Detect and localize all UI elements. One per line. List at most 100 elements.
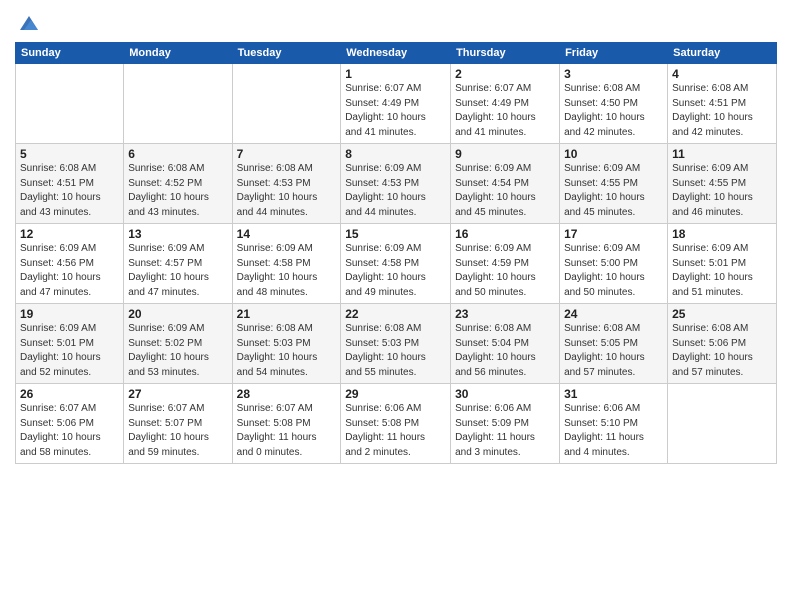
weekday-header-sunday: Sunday bbox=[16, 43, 124, 64]
day-cell-19: 19Sunrise: 6:09 AM Sunset: 5:01 PM Dayli… bbox=[16, 304, 124, 384]
weekday-header-row: SundayMondayTuesdayWednesdayThursdayFrid… bbox=[16, 43, 777, 64]
day-info: Sunrise: 6:09 AM Sunset: 4:58 PM Dayligh… bbox=[237, 242, 337, 300]
day-cell-16: 16Sunrise: 6:09 AM Sunset: 4:59 PM Dayli… bbox=[451, 224, 560, 304]
day-info: Sunrise: 6:08 AM Sunset: 4:51 PM Dayligh… bbox=[20, 162, 119, 220]
day-info: Sunrise: 6:09 AM Sunset: 4:55 PM Dayligh… bbox=[564, 162, 663, 220]
day-cell-2: 2Sunrise: 6:07 AM Sunset: 4:49 PM Daylig… bbox=[451, 64, 560, 144]
day-number: 19 bbox=[20, 307, 119, 321]
day-number: 28 bbox=[237, 387, 337, 401]
day-number: 7 bbox=[237, 147, 337, 161]
day-number: 14 bbox=[237, 227, 337, 241]
logo-icon bbox=[18, 12, 40, 34]
day-number: 11 bbox=[672, 147, 772, 161]
day-cell-3: 3Sunrise: 6:08 AM Sunset: 4:50 PM Daylig… bbox=[560, 64, 668, 144]
weekday-header-thursday: Thursday bbox=[451, 43, 560, 64]
day-cell-30: 30Sunrise: 6:06 AM Sunset: 5:09 PM Dayli… bbox=[451, 384, 560, 464]
week-row-5: 26Sunrise: 6:07 AM Sunset: 5:06 PM Dayli… bbox=[16, 384, 777, 464]
logo bbox=[15, 14, 40, 34]
day-cell-31: 31Sunrise: 6:06 AM Sunset: 5:10 PM Dayli… bbox=[560, 384, 668, 464]
day-number: 23 bbox=[455, 307, 555, 321]
day-info: Sunrise: 6:07 AM Sunset: 5:07 PM Dayligh… bbox=[128, 402, 227, 460]
day-info: Sunrise: 6:07 AM Sunset: 5:06 PM Dayligh… bbox=[20, 402, 119, 460]
day-cell-8: 8Sunrise: 6:09 AM Sunset: 4:53 PM Daylig… bbox=[341, 144, 451, 224]
empty-cell bbox=[124, 64, 232, 144]
day-info: Sunrise: 6:08 AM Sunset: 4:50 PM Dayligh… bbox=[564, 82, 663, 140]
day-info: Sunrise: 6:09 AM Sunset: 4:58 PM Dayligh… bbox=[345, 242, 446, 300]
week-row-3: 12Sunrise: 6:09 AM Sunset: 4:56 PM Dayli… bbox=[16, 224, 777, 304]
day-cell-20: 20Sunrise: 6:09 AM Sunset: 5:02 PM Dayli… bbox=[124, 304, 232, 384]
week-row-4: 19Sunrise: 6:09 AM Sunset: 5:01 PM Dayli… bbox=[16, 304, 777, 384]
day-info: Sunrise: 6:09 AM Sunset: 4:56 PM Dayligh… bbox=[20, 242, 119, 300]
day-cell-18: 18Sunrise: 6:09 AM Sunset: 5:01 PM Dayli… bbox=[668, 224, 777, 304]
day-number: 15 bbox=[345, 227, 446, 241]
empty-cell bbox=[16, 64, 124, 144]
header bbox=[15, 10, 777, 34]
day-number: 17 bbox=[564, 227, 663, 241]
day-cell-5: 5Sunrise: 6:08 AM Sunset: 4:51 PM Daylig… bbox=[16, 144, 124, 224]
day-number: 6 bbox=[128, 147, 227, 161]
day-info: Sunrise: 6:09 AM Sunset: 4:53 PM Dayligh… bbox=[345, 162, 446, 220]
day-cell-27: 27Sunrise: 6:07 AM Sunset: 5:07 PM Dayli… bbox=[124, 384, 232, 464]
day-info: Sunrise: 6:08 AM Sunset: 5:03 PM Dayligh… bbox=[237, 322, 337, 380]
day-cell-14: 14Sunrise: 6:09 AM Sunset: 4:58 PM Dayli… bbox=[232, 224, 341, 304]
day-number: 29 bbox=[345, 387, 446, 401]
day-info: Sunrise: 6:06 AM Sunset: 5:10 PM Dayligh… bbox=[564, 402, 663, 460]
day-cell-7: 7Sunrise: 6:08 AM Sunset: 4:53 PM Daylig… bbox=[232, 144, 341, 224]
day-number: 4 bbox=[672, 67, 772, 81]
day-cell-22: 22Sunrise: 6:08 AM Sunset: 5:03 PM Dayli… bbox=[341, 304, 451, 384]
day-info: Sunrise: 6:09 AM Sunset: 5:02 PM Dayligh… bbox=[128, 322, 227, 380]
empty-cell bbox=[232, 64, 341, 144]
day-cell-9: 9Sunrise: 6:09 AM Sunset: 4:54 PM Daylig… bbox=[451, 144, 560, 224]
day-info: Sunrise: 6:08 AM Sunset: 4:51 PM Dayligh… bbox=[672, 82, 772, 140]
day-number: 27 bbox=[128, 387, 227, 401]
day-number: 5 bbox=[20, 147, 119, 161]
day-cell-11: 11Sunrise: 6:09 AM Sunset: 4:55 PM Dayli… bbox=[668, 144, 777, 224]
week-row-2: 5Sunrise: 6:08 AM Sunset: 4:51 PM Daylig… bbox=[16, 144, 777, 224]
calendar: SundayMondayTuesdayWednesdayThursdayFrid… bbox=[15, 42, 777, 464]
day-number: 2 bbox=[455, 67, 555, 81]
day-info: Sunrise: 6:06 AM Sunset: 5:08 PM Dayligh… bbox=[345, 402, 446, 460]
weekday-header-saturday: Saturday bbox=[668, 43, 777, 64]
day-cell-15: 15Sunrise: 6:09 AM Sunset: 4:58 PM Dayli… bbox=[341, 224, 451, 304]
day-cell-24: 24Sunrise: 6:08 AM Sunset: 5:05 PM Dayli… bbox=[560, 304, 668, 384]
day-info: Sunrise: 6:07 AM Sunset: 5:08 PM Dayligh… bbox=[237, 402, 337, 460]
day-cell-10: 10Sunrise: 6:09 AM Sunset: 4:55 PM Dayli… bbox=[560, 144, 668, 224]
day-number: 10 bbox=[564, 147, 663, 161]
day-info: Sunrise: 6:09 AM Sunset: 5:00 PM Dayligh… bbox=[564, 242, 663, 300]
day-info: Sunrise: 6:07 AM Sunset: 4:49 PM Dayligh… bbox=[455, 82, 555, 140]
day-info: Sunrise: 6:09 AM Sunset: 5:01 PM Dayligh… bbox=[672, 242, 772, 300]
day-info: Sunrise: 6:09 AM Sunset: 4:54 PM Dayligh… bbox=[455, 162, 555, 220]
day-cell-17: 17Sunrise: 6:09 AM Sunset: 5:00 PM Dayli… bbox=[560, 224, 668, 304]
day-cell-21: 21Sunrise: 6:08 AM Sunset: 5:03 PM Dayli… bbox=[232, 304, 341, 384]
day-cell-13: 13Sunrise: 6:09 AM Sunset: 4:57 PM Dayli… bbox=[124, 224, 232, 304]
day-number: 30 bbox=[455, 387, 555, 401]
day-info: Sunrise: 6:08 AM Sunset: 4:53 PM Dayligh… bbox=[237, 162, 337, 220]
weekday-header-monday: Monday bbox=[124, 43, 232, 64]
day-number: 31 bbox=[564, 387, 663, 401]
day-info: Sunrise: 6:08 AM Sunset: 5:04 PM Dayligh… bbox=[455, 322, 555, 380]
day-number: 25 bbox=[672, 307, 772, 321]
day-number: 18 bbox=[672, 227, 772, 241]
day-number: 13 bbox=[128, 227, 227, 241]
day-cell-12: 12Sunrise: 6:09 AM Sunset: 4:56 PM Dayli… bbox=[16, 224, 124, 304]
day-number: 26 bbox=[20, 387, 119, 401]
day-cell-25: 25Sunrise: 6:08 AM Sunset: 5:06 PM Dayli… bbox=[668, 304, 777, 384]
day-number: 12 bbox=[20, 227, 119, 241]
day-number: 1 bbox=[345, 67, 446, 81]
day-number: 22 bbox=[345, 307, 446, 321]
day-info: Sunrise: 6:08 AM Sunset: 5:05 PM Dayligh… bbox=[564, 322, 663, 380]
day-info: Sunrise: 6:09 AM Sunset: 4:59 PM Dayligh… bbox=[455, 242, 555, 300]
week-row-1: 1 Sunrise: 6:07 AM Sunset: 4:49 PM Daylig… bbox=[16, 64, 777, 144]
day-info: Sunrise: 6:09 AM Sunset: 4:57 PM Dayligh… bbox=[128, 242, 227, 300]
day-number: 16 bbox=[455, 227, 555, 241]
day-cell-28: 28Sunrise: 6:07 AM Sunset: 5:08 PM Dayli… bbox=[232, 384, 341, 464]
day-cell-23: 23Sunrise: 6:08 AM Sunset: 5:04 PM Dayli… bbox=[451, 304, 560, 384]
day-number: 21 bbox=[237, 307, 337, 321]
page: SundayMondayTuesdayWednesdayThursdayFrid… bbox=[0, 0, 792, 612]
day-cell-1: 1Sunrise: 6:07 AM Sunset: 4:49 PM Daylig… bbox=[341, 64, 451, 144]
weekday-header-friday: Friday bbox=[560, 43, 668, 64]
day-cell-26: 26Sunrise: 6:07 AM Sunset: 5:06 PM Dayli… bbox=[16, 384, 124, 464]
day-info: Sunrise: 6:09 AM Sunset: 5:01 PM Dayligh… bbox=[20, 322, 119, 380]
day-info: Sunrise: 6:09 AM Sunset: 4:55 PM Dayligh… bbox=[672, 162, 772, 220]
day-info: Sunrise: 6:08 AM Sunset: 5:06 PM Dayligh… bbox=[672, 322, 772, 380]
